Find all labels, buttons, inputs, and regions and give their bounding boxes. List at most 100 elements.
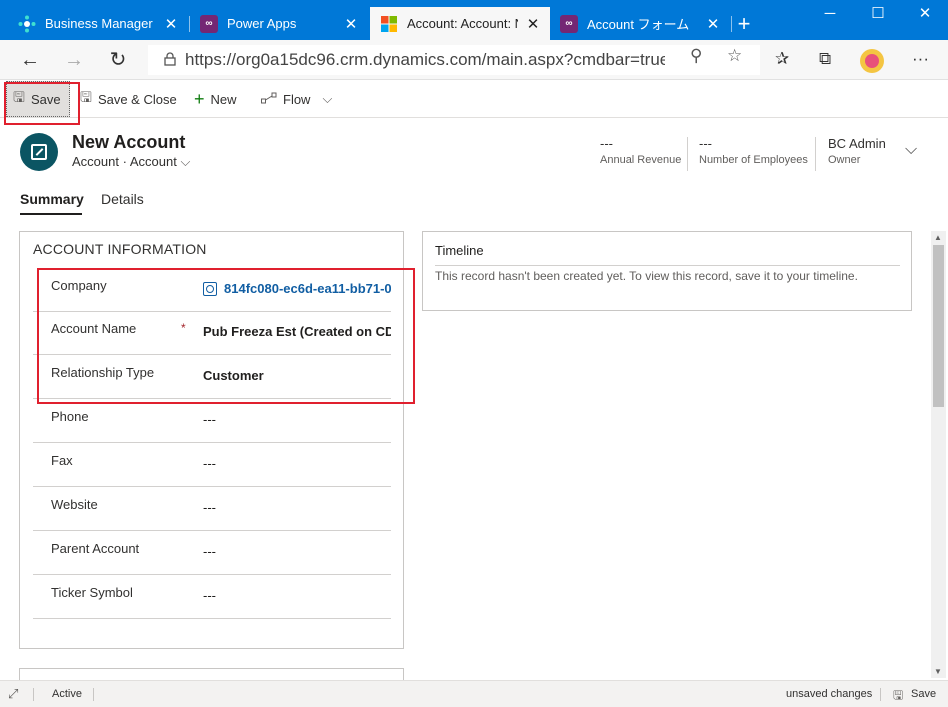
field-row-parent-account: Parent Account --- (33, 531, 391, 575)
fax-input[interactable]: --- (203, 456, 216, 471)
tab-label: Business Manager - D (45, 16, 156, 31)
new-button[interactable]: + New (194, 80, 237, 118)
microsoft-icon (380, 15, 398, 33)
field-row-ticker-symbol: Ticker Symbol --- (33, 575, 391, 619)
page-scrollbar[interactable]: ▲ ▼ (931, 231, 946, 678)
address-bar: ← → ↻ https://org0a15dc96.crm.dynamics.c… (0, 40, 948, 80)
phone-input[interactable]: --- (203, 412, 216, 427)
flow-button[interactable]: Flow ⌵ (261, 80, 332, 118)
ticker-symbol-input[interactable]: --- (203, 588, 216, 603)
browser-tab-strip: Business Manager - D ✕ ∞ Power Apps ✕ Ac… (0, 0, 948, 40)
website-input[interactable]: --- (203, 500, 216, 515)
chevron-down-icon[interactable]: ⌵ (180, 154, 190, 169)
parent-account-lookup[interactable]: --- (203, 544, 216, 559)
divider (435, 265, 900, 266)
tab-label: Account フォーム (587, 17, 690, 32)
tab-label: Power Apps (227, 16, 297, 31)
tab-label: Account: Account: Ne (407, 16, 518, 31)
selected-tab-indicator (20, 213, 82, 215)
scroll-down-arrow-icon[interactable]: ▼ (934, 667, 942, 676)
timeline-panel: Timeline This record hasn't been created… (422, 231, 912, 311)
forward-icon[interactable]: → (62, 48, 86, 72)
flow-label: Flow (283, 91, 311, 107)
timeline-title: Timeline (435, 243, 484, 258)
status-bar: ⤢ Active unsaved changes 🖫 Save (0, 680, 948, 707)
tab-account-forms[interactable]: ∞ Account フォーム ✕ (550, 7, 730, 40)
tab-divider (731, 16, 732, 32)
scroll-up-arrow-icon[interactable]: ▲ (934, 233, 942, 242)
close-tab-icon[interactable]: ✕ (344, 15, 358, 33)
section-title: ACCOUNT INFORMATION (33, 241, 207, 257)
save-icon[interactable]: 🖫 (893, 686, 903, 707)
power-apps-icon: ∞ (200, 14, 218, 33)
breadcrumb-entity: Account (72, 154, 119, 169)
profile-avatar[interactable] (860, 49, 884, 73)
close-tab-icon[interactable]: ✕ (164, 15, 178, 33)
tab-account-form-active[interactable]: Account: Account: Ne ✕ (370, 7, 550, 40)
chevron-down-icon[interactable]: ⌵ (322, 91, 332, 107)
employees-value: --- (699, 136, 712, 151)
lock-icon (155, 51, 185, 69)
command-bar: 🖫 Save 🖫 Save & Close + New Flow ⌵ (0, 80, 948, 118)
new-label: New (210, 91, 237, 107)
field-row-phone: Phone --- (33, 399, 391, 443)
minimize-icon[interactable]: ─ (815, 4, 845, 24)
url-text: https://org0a15dc96.crm.dynamics.com/mai… (185, 50, 665, 69)
statusbar-save-label[interactable]: Save (911, 688, 936, 700)
plus-icon: + (194, 88, 205, 109)
field-label: Fax (51, 453, 73, 468)
account-entity-icon (20, 133, 58, 171)
flow-icon (261, 91, 277, 107)
field-label: Website (51, 497, 98, 512)
maximize-icon[interactable]: ☐ (863, 4, 893, 24)
close-tab-icon[interactable]: ✕ (526, 15, 540, 33)
pop-out-icon[interactable]: ⤢ (8, 686, 18, 702)
field-row-fax: Fax --- (33, 443, 391, 487)
divider (93, 688, 94, 701)
refresh-icon[interactable]: ↻ (106, 48, 130, 72)
unsaved-changes-text: unsaved changes (786, 688, 873, 700)
close-tab-icon[interactable]: ✕ (706, 15, 720, 33)
new-tab-icon[interactable]: + (733, 13, 755, 35)
field-row-website: Website --- (33, 487, 391, 531)
timeline-message: This record hasn't been created yet. To … (435, 269, 858, 283)
record-status: Active (52, 688, 82, 700)
header-divider (687, 137, 688, 171)
close-window-icon[interactable]: ✕ (910, 4, 940, 24)
fields-highlight-box (37, 268, 415, 404)
save-highlight-box (4, 82, 80, 125)
url-field[interactable]: https://org0a15dc96.crm.dynamics.com/mai… (148, 45, 760, 75)
power-apps-icon: ∞ (560, 14, 578, 33)
annual-revenue-header[interactable]: --- Annual Revenue (600, 136, 681, 166)
save-and-close-button[interactable]: 🖫 Save & Close (80, 80, 177, 118)
owner-label: Owner (828, 154, 861, 166)
field-label: Parent Account (51, 541, 140, 556)
zoom-icon[interactable]: ⚲ (690, 46, 702, 66)
favorites-icon[interactable]: ✰ (775, 49, 789, 69)
annual-revenue-value: --- (600, 136, 613, 151)
save-close-icon: 🖫 (80, 89, 92, 105)
header-divider (815, 137, 816, 171)
form-selector[interactable]: Account (130, 154, 177, 169)
employees-header[interactable]: --- Number of Employees (699, 136, 808, 166)
divider (880, 688, 881, 701)
back-icon[interactable]: ← (18, 48, 42, 72)
page-title: New Account (72, 132, 186, 152)
expand-header-chevron-icon[interactable]: ⌵ (905, 141, 917, 159)
owner-link[interactable]: BC Admin (828, 136, 886, 152)
tab-summary[interactable]: Summary (20, 191, 84, 207)
field-label: Ticker Symbol (51, 585, 133, 600)
annual-revenue-label: Annual Revenue (600, 154, 682, 166)
employees-label: Number of Employees (699, 154, 808, 166)
tab-power-apps[interactable]: ∞ Power Apps ✕ (190, 7, 368, 40)
scrollbar-thumb[interactable] (933, 245, 944, 407)
breadcrumb: Account · Account ⌵ (72, 154, 190, 170)
collections-icon[interactable]: ⧉ (819, 49, 831, 69)
owner-header[interactable]: BC Admin Owner (828, 136, 886, 166)
tab-business-manager[interactable]: Business Manager - D ✕ (8, 7, 188, 40)
more-options-icon[interactable]: ··· (912, 49, 929, 69)
divider (33, 688, 34, 701)
favorite-star-icon[interactable]: ☆ (727, 46, 742, 66)
breadcrumb-separator: · (122, 154, 127, 169)
tab-details[interactable]: Details (101, 191, 144, 207)
